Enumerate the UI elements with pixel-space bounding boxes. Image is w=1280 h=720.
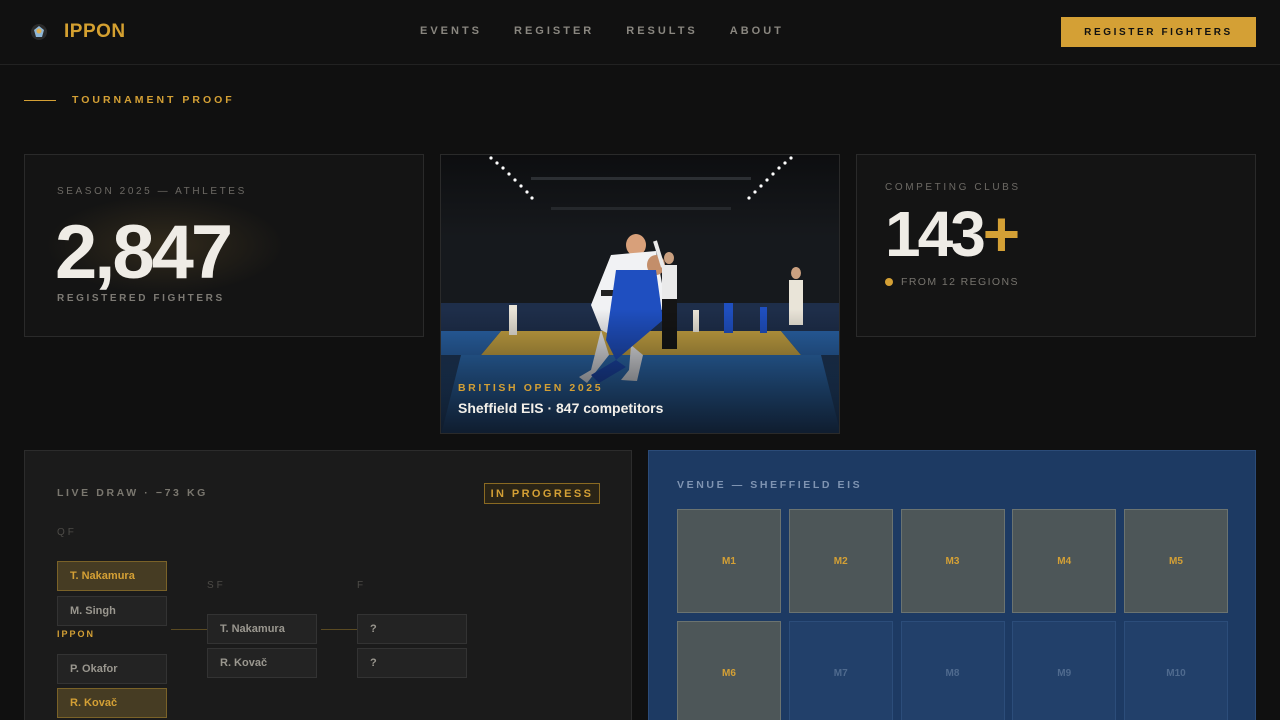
fighter-mascot-icon (31, 24, 47, 40)
qf-slot-2[interactable]: M. Singh (57, 596, 167, 626)
clubs-regions: FROM 12 REGIONS (901, 276, 1019, 288)
mat-m4[interactable]: M4 (1012, 509, 1117, 613)
mat-m8[interactable]: M8 (900, 621, 1005, 720)
top-header: IPPON EVENTS REGISTER RESULTS ABOUT REGI… (0, 0, 1280, 65)
mat-m6[interactable]: M6 (677, 621, 781, 720)
sf-slot-1[interactable]: T. Nakamura (207, 614, 317, 644)
brand-logo[interactable]: IPPON (30, 20, 126, 44)
mat-m2[interactable]: M2 (788, 509, 893, 613)
eyebrow-text: TOURNAMENT PROOF (72, 94, 235, 106)
clubs-count: 143+ (885, 197, 1020, 271)
qf-slot-3[interactable]: P. Okafor (57, 654, 167, 684)
mat-m9[interactable]: M9 (1012, 621, 1117, 720)
eyebrow-rule (24, 99, 56, 101)
bracket-connector (321, 629, 357, 630)
mat-m10[interactable]: M10 (1124, 621, 1228, 720)
status-dot-icon (885, 278, 893, 286)
nav-results[interactable]: RESULTS (626, 25, 698, 37)
bracket-connector (171, 629, 207, 630)
clubs-meta: FROM 12 REGIONS (885, 276, 1019, 288)
round-label-sf: SF (207, 580, 226, 591)
nav-register[interactable]: REGISTER (514, 25, 594, 37)
main-nav: EVENTS REGISTER RESULTS ABOUT (420, 25, 784, 37)
athletes-count: 2,847 (55, 210, 233, 295)
section-eyebrow: TOURNAMENT PROOF (24, 94, 235, 106)
mat-m1[interactable]: M1 (677, 509, 781, 613)
venue-panel: VENUE — SHEFFIELD EIS M1 M2 M3 M4 M5 M6 M7 M8 M9… (648, 450, 1256, 720)
qf-result-tag: IPPON (57, 629, 96, 639)
round-label-f: F (357, 580, 367, 591)
feature-photo-card[interactable]: BRITISH OPEN 2025 Sheffield EIS · 847 co… (440, 154, 840, 434)
athletes-label: SEASON 2025 — ATHLETES (57, 186, 247, 197)
qf-slot-4[interactable]: R. Kovač (57, 688, 167, 718)
clubs-count-suffix: + (982, 198, 1020, 270)
mat-m5[interactable]: M5 (1124, 509, 1228, 613)
qf-slot-1[interactable]: T. Nakamura (57, 561, 167, 591)
clubs-count-value: 143 (885, 198, 986, 270)
mat-m7[interactable]: M7 (788, 621, 893, 720)
mat-m3[interactable]: M3 (900, 509, 1005, 613)
live-draw-panel: LIVE DRAW · −73 KG IN PROGRESS QF SF F T… (24, 450, 632, 720)
athletes-stat-card: SEASON 2025 — ATHLETES 2,847 REGISTERED … (24, 154, 424, 337)
register-fighters-button[interactable]: REGISTER FIGHTERS (1061, 17, 1256, 47)
nav-about[interactable]: ABOUT (730, 25, 784, 37)
clubs-stat-card: COMPETING CLUBS 143+ FROM 12 REGIONS (856, 154, 1256, 337)
athletes-sub: REGISTERED FIGHTERS (57, 293, 225, 304)
draw-status-badge: IN PROGRESS (484, 483, 600, 504)
round-label-qf: QF (57, 527, 77, 538)
draw-title: LIVE DRAW · −73 KG (57, 487, 208, 499)
venue-title: VENUE — SHEFFIELD EIS (677, 479, 863, 491)
clubs-label: COMPETING CLUBS (885, 182, 1021, 193)
final-slot-2[interactable]: ? (357, 648, 467, 678)
feature-kicker: BRITISH OPEN 2025 (458, 382, 604, 394)
sf-slot-2[interactable]: R. Kovač (207, 648, 317, 678)
nav-events[interactable]: EVENTS (420, 25, 482, 37)
brand-name: IPPON (64, 21, 126, 42)
final-slot-1[interactable]: ? (357, 614, 467, 644)
feature-title: Sheffield EIS · 847 competitors (458, 400, 664, 416)
